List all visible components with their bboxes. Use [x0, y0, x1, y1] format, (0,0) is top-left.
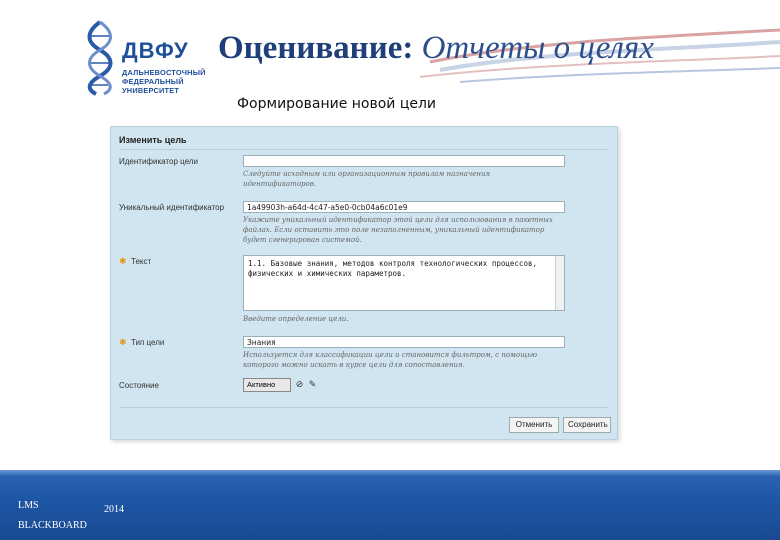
text-hint: Введите определение цели.	[243, 315, 349, 323]
goal-text-area[interactable]: 1.1. Базовые знания, методов контроля те…	[243, 255, 565, 311]
footer-lms: LMS	[18, 500, 39, 511]
title-light-part: Отчеты о целях	[413, 30, 654, 66]
required-star-icon: ✱	[119, 256, 127, 266]
edit-icon[interactable]: ✎	[307, 379, 318, 390]
footer-year: 2014	[104, 504, 124, 515]
panel-title: Изменить цель	[119, 135, 187, 145]
panel-divider	[119, 407, 609, 408]
goal-text-value: 1.1. Базовые знания, методов контроля те…	[248, 259, 537, 278]
panel-divider	[119, 149, 609, 150]
cancel-button[interactable]: Отменить	[509, 417, 559, 433]
save-button[interactable]: Сохранить	[563, 417, 611, 433]
unique-id-hint: Укажите уникальный идентификатор этой це…	[243, 216, 553, 244]
logo-line-1: ДАЛЬНЕВОСТОЧНЫЙ	[122, 68, 206, 77]
goal-id-label: Идентификатор цели	[119, 157, 198, 166]
status-value: Активно	[247, 380, 276, 389]
logo-line-2: ФЕДЕРАЛЬНЫЙ	[122, 77, 184, 86]
text-area-scrollbar[interactable]	[555, 256, 564, 310]
footer-bar: LMS BLACKBOARD 2014	[0, 470, 780, 540]
unique-id-input[interactable]: 1a49903h-a64d-4c47-a5e0-0cb04a6c01e9	[243, 201, 565, 213]
goal-type-input[interactable]: Знания	[243, 336, 565, 348]
edit-goal-panel: Изменить цель Идентификатор цели Следуйт…	[110, 126, 618, 440]
unique-id-label: Уникальный идентификатор	[119, 203, 225, 212]
goal-id-input[interactable]	[243, 155, 565, 167]
disable-icon[interactable]: ⊘	[294, 379, 305, 390]
dna-helix-icon	[87, 20, 113, 96]
required-star-icon: ✱	[119, 337, 127, 347]
logo-line-3: УНИВЕРСИТЕТ	[122, 86, 180, 95]
footer-blackboard: BLACKBOARD	[18, 520, 87, 531]
goal-type-label: Тип цели	[131, 338, 165, 347]
status-toggle[interactable]: Активно	[243, 378, 291, 392]
text-label: Текст	[131, 257, 152, 266]
page-subtitle: Формирование новой цели	[237, 96, 437, 112]
logo-abbreviation: ДВФУ	[122, 38, 189, 63]
title-bold-part: Оценивание:	[218, 30, 414, 66]
page-title: Оценивание: Отчеты о целях	[218, 30, 654, 67]
goal-id-hint: Следуйте исходным или организационным пр…	[243, 170, 491, 188]
goal-type-hint: Используется для классификации цели и ст…	[243, 351, 538, 369]
dvfu-logo: ДВФУ ДАЛЬНЕВОСТОЧНЫЙ ФЕДЕРАЛЬНЫЙ УНИВЕРС…	[82, 20, 212, 98]
status-label: Состояние	[119, 381, 159, 390]
